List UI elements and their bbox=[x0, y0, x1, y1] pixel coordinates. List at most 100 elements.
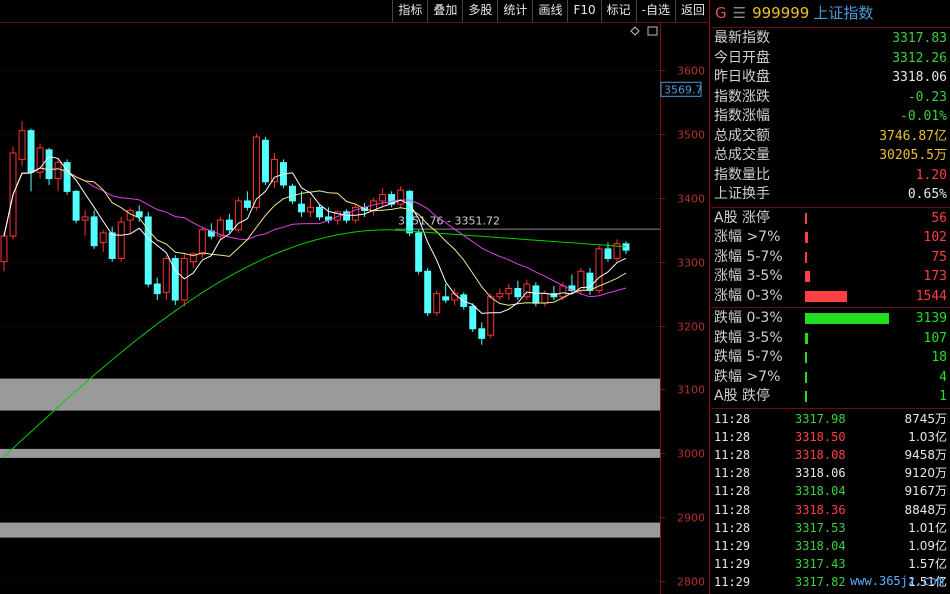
tick-row: 11:28 3318.08 9458万 bbox=[711, 446, 950, 464]
toolbar-button[interactable]: 多股 bbox=[462, 0, 497, 22]
breadth-row: 涨幅 >7% 102 bbox=[711, 228, 950, 247]
candle-down bbox=[135, 211, 143, 218]
breadth-bar bbox=[805, 212, 807, 224]
toolbar-button[interactable]: F10 bbox=[567, 0, 600, 22]
breadth-value: 102 bbox=[923, 230, 947, 245]
panel-separator bbox=[711, 307, 950, 308]
candle-down bbox=[316, 206, 323, 218]
tick-price: 3317.53 bbox=[795, 520, 846, 535]
panel-separator bbox=[711, 27, 950, 28]
quote-row: 指数涨幅 -0.01% bbox=[711, 107, 950, 126]
stock-terminal: 3600 3500 3400 3300 3200 3100 3000 2900 2800 3351… bbox=[0, 0, 950, 594]
chart-toolbar: 指标 叠加 多股 统计 画线 F10 标记 -自选 返回 bbox=[0, 0, 710, 22]
tick-price: 3318.06 bbox=[795, 466, 846, 481]
toolbar-button[interactable]: -自选 bbox=[635, 0, 675, 22]
toolbar-button[interactable]: 指标 bbox=[392, 0, 427, 22]
breadth-value: 107 bbox=[923, 330, 947, 346]
toolbar-button[interactable]: 返回 bbox=[674, 0, 710, 22]
candle-down bbox=[225, 219, 233, 231]
tick-time: 11:28 bbox=[714, 502, 751, 517]
candle-down bbox=[171, 257, 179, 301]
tick-row: 11:28 3318.50 1.03亿 bbox=[711, 428, 950, 446]
kline-chart[interactable]: 3600350034003300320031003000290028003351… bbox=[0, 0, 710, 594]
candle-up bbox=[18, 130, 26, 160]
breadth-row: A股 跌停 1 bbox=[711, 387, 950, 406]
candle-up bbox=[270, 158, 278, 183]
breadth-bar bbox=[805, 251, 807, 263]
candle-up bbox=[433, 293, 441, 314]
candle-up bbox=[496, 293, 504, 298]
panel-separator bbox=[711, 407, 950, 409]
price-marker-label: 3569.7 bbox=[664, 83, 703, 96]
candle-up bbox=[117, 221, 125, 259]
toolbar-button[interactable]: 画线 bbox=[532, 0, 567, 22]
tick-price: 3317.98 bbox=[795, 411, 846, 426]
breadth-label: 涨幅 3-5% bbox=[714, 268, 783, 284]
y-tick-label: 3200 bbox=[677, 321, 705, 334]
quote-label: 指数量比 bbox=[714, 166, 770, 183]
quote-row: 指数涨跌 -0.23 bbox=[711, 88, 950, 107]
tick-time: 11:28 bbox=[714, 520, 751, 535]
quote-label: 上证换手 bbox=[714, 186, 770, 202]
stock-code: 999999 bbox=[752, 4, 810, 22]
y-tick-label: 3100 bbox=[677, 384, 705, 397]
toolbar-button[interactable]: 统计 bbox=[497, 0, 532, 22]
tick-time: 11:28 bbox=[714, 484, 751, 499]
breadth-label: 涨幅 0-3% bbox=[714, 287, 783, 304]
candle-down bbox=[261, 139, 269, 183]
candle-down bbox=[514, 288, 522, 298]
toolbar-button[interactable]: 叠加 bbox=[427, 0, 462, 22]
breadth-value: 4 bbox=[939, 369, 947, 385]
quote-row: 今日开盘 3312.26 bbox=[711, 49, 950, 68]
candle-down bbox=[460, 294, 468, 307]
quote-label: 指数涨幅 bbox=[714, 108, 770, 124]
breadth-label: A股 涨停 bbox=[714, 209, 771, 226]
candle-down bbox=[415, 232, 423, 272]
tick-time: 11:28 bbox=[714, 447, 751, 462]
breadth-row: 涨幅 3-5% 173 bbox=[711, 267, 950, 286]
tick-volume: 1.57亿 bbox=[908, 557, 947, 572]
breadth-label: A股 跌停 bbox=[714, 388, 771, 404]
candle-down bbox=[586, 272, 594, 291]
breadth-value: 75 bbox=[931, 249, 947, 265]
breadth-bar bbox=[805, 391, 807, 402]
breadth-bar bbox=[805, 371, 807, 383]
breadth-label: 跌幅 0-3% bbox=[714, 310, 783, 326]
candle-up bbox=[487, 296, 495, 336]
title-marker: G bbox=[715, 4, 727, 22]
tick-time: 11:28 bbox=[714, 429, 751, 444]
quote-value: 0.65% bbox=[907, 187, 947, 202]
candle-down bbox=[27, 130, 35, 173]
breadth-row: 跌幅 0-3% 3139 bbox=[711, 309, 950, 328]
toolbar-button[interactable]: 标记 bbox=[600, 0, 636, 22]
watermark: www.365jz.com bbox=[850, 574, 944, 588]
quote-value: 3318.06 bbox=[892, 70, 947, 85]
grey-band bbox=[0, 522, 660, 538]
quote-value: 1.20 bbox=[915, 167, 947, 183]
tick-row: 11:29 3318.04 1.09亿 bbox=[711, 537, 950, 555]
candle-up bbox=[81, 216, 89, 221]
candle-down bbox=[90, 216, 98, 247]
grey-band bbox=[0, 448, 660, 458]
candle-down bbox=[424, 270, 432, 314]
breadth-value: 173 bbox=[923, 269, 947, 284]
tick-price: 3318.04 bbox=[795, 484, 846, 499]
candle-up bbox=[307, 206, 314, 213]
quote-value: 3317.83 bbox=[892, 31, 947, 46]
tick-price: 3318.50 bbox=[795, 429, 846, 444]
quote-label: 最新指数 bbox=[714, 30, 770, 46]
tick-time: 11:28 bbox=[714, 466, 751, 481]
tick-price: 3317.82 bbox=[795, 575, 846, 590]
tick-price: 3318.04 bbox=[795, 538, 846, 553]
candle-up bbox=[379, 194, 387, 202]
tick-volume: 9120万 bbox=[904, 466, 947, 481]
panel-separator bbox=[711, 206, 950, 208]
candle-down bbox=[469, 305, 477, 330]
tick-row: 11:28 3318.06 9120万 bbox=[711, 464, 950, 482]
y-tick-label: 3500 bbox=[677, 129, 705, 142]
chart-background bbox=[0, 0, 710, 594]
candle-down bbox=[45, 149, 53, 180]
menu-icon[interactable]: ☰ bbox=[733, 4, 746, 22]
breadth-value: 18 bbox=[931, 350, 947, 365]
quote-row: 昨日收盘 3318.06 bbox=[711, 68, 950, 87]
